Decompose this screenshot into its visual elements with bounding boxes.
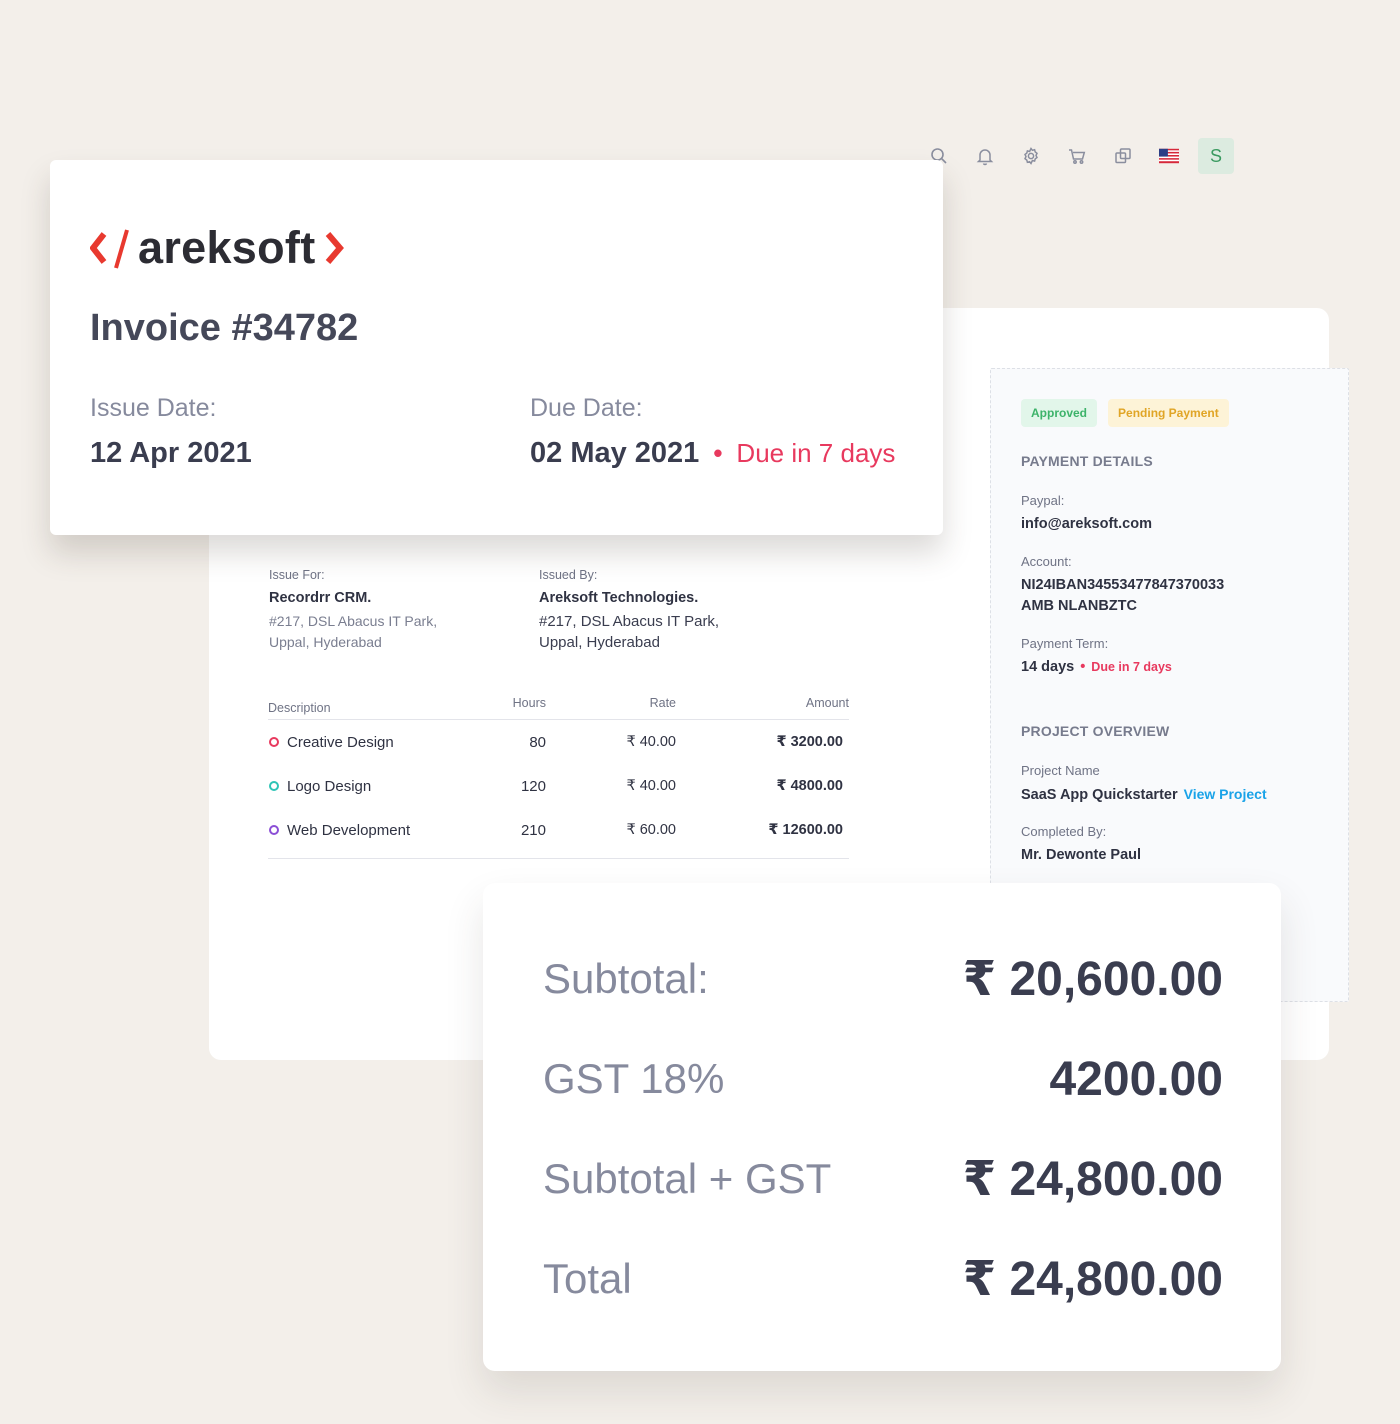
bullet-icon: • (713, 438, 723, 468)
issue-for-address-1: #217, DSL Abacus IT Park, (269, 613, 438, 629)
chevron-right-icon (326, 232, 345, 264)
item-rate: ₹ 60.00 (626, 822, 676, 838)
gst-row: GST 18% 4200.00 (543, 1049, 1223, 1109)
status-dot-icon (269, 781, 279, 791)
issued-by-block: Issued By: Areksoft Technologies. #217, … (539, 568, 789, 653)
header-amount: Amount (805, 696, 849, 710)
payment-term-due: Due in 7 days (1091, 660, 1172, 674)
table-row: Logo Design 120 ₹ 40.00 ₹ 4800.00 (268, 764, 849, 808)
project-name-label: Project Name (1021, 763, 1100, 778)
account-line-2: AMB NLANBZTC (1021, 598, 1137, 614)
subtotal-gst-value: ₹ 24,800.00 (962, 1153, 1223, 1206)
issued-by-address-1: #217, DSL Abacus IT Park, (539, 613, 720, 630)
issued-by-address-2: Uppal, Hyderabad (539, 634, 660, 651)
paypal-value: info@areksoft.com (1021, 516, 1152, 532)
logo-name: areksoft (138, 222, 316, 273)
subtotal-value: ₹ 20,600.00 (962, 953, 1223, 1006)
status-badge-approved: Approved (1021, 399, 1098, 427)
cart-icon[interactable] (1054, 138, 1100, 174)
invoice-header-card: areksoft Invoice #34782 Issue Date: 12 A… (50, 160, 943, 535)
subtotal-label: Subtotal: (543, 955, 709, 1002)
header-rate: Rate (649, 696, 676, 710)
due-date-label: Due Date: (530, 394, 643, 422)
issue-date-value: 12 Apr 2021 (90, 437, 252, 469)
copy-icon[interactable] (1100, 138, 1146, 174)
item-hours: 80 (529, 733, 546, 751)
project-overview-title: PROJECT OVERVIEW (1021, 723, 1170, 739)
item-amount: ₹ 12600.00 (768, 822, 843, 838)
item-description: Web Development (287, 821, 411, 839)
project-name: SaaS App Quickstarter (1021, 787, 1178, 803)
due-note: Due in 7 days (736, 438, 896, 468)
table-divider (268, 858, 849, 859)
item-hours: 120 (520, 777, 546, 795)
item-hours: 210 (520, 821, 546, 839)
us-flag-icon[interactable] (1146, 138, 1192, 174)
completed-by-value: Mr. Dewonte Paul (1021, 847, 1142, 863)
paypal-field: Paypal: info@areksoft.com (1021, 493, 1152, 535)
header-hours: Hours (512, 696, 546, 710)
gst-value: 4200.00 (1049, 1052, 1223, 1106)
view-project-link[interactable]: View Project (1184, 786, 1267, 802)
issued-by-label: Issued By: (539, 568, 598, 582)
payment-term-label: Payment Term: (1021, 636, 1109, 651)
item-rate: ₹ 40.00 (626, 778, 676, 794)
items-table: Description Hours Rate Amount Creative D… (268, 696, 849, 859)
item-description: Logo Design (287, 777, 372, 795)
bell-icon[interactable] (962, 138, 1008, 174)
status-dot-icon (269, 737, 279, 747)
paypal-label: Paypal: (1021, 493, 1065, 508)
status-badge-pending: Pending Payment (1108, 399, 1229, 427)
payment-term-value: 14 days (1021, 659, 1075, 675)
issue-for-address-2: Uppal, Hyderabad (269, 634, 382, 650)
subtotal-gst-label: Subtotal + GST (543, 1155, 832, 1202)
status-badges: Approved Pending Payment (1021, 399, 1229, 427)
due-date-value: 02 May 2021 (530, 437, 700, 469)
item-description: Creative Design (287, 733, 394, 751)
subtotal-row: Subtotal: ₹ 20,600.00 (543, 949, 1223, 1009)
avatar[interactable]: S (1198, 138, 1234, 174)
account-line-1: NI24IBAN34553477847370033 (1021, 577, 1225, 593)
payment-term-field: Payment Term: 14 days • Due in 7 days (1021, 636, 1172, 678)
due-date-block: Due Date: 02 May 2021 • Due in 7 days (530, 394, 895, 470)
issue-date-label: Issue Date: (90, 394, 217, 422)
total-label: Total (543, 1255, 632, 1302)
completed-by-field: Completed By: Mr. Dewonte Paul (1021, 824, 1141, 866)
payment-details-title: PAYMENT DETAILS (1021, 453, 1153, 469)
issue-for-name: Recordrr CRM. (269, 590, 372, 606)
project-name-field: Project Name SaaS App Quickstarter View P… (1021, 763, 1267, 806)
issue-date-block: Issue Date: 12 Apr 2021 (90, 394, 252, 470)
total-value: ₹ 24,800.00 (962, 1253, 1223, 1306)
page-title: Invoice #34782 (90, 307, 359, 349)
completed-by-label: Completed By: (1021, 824, 1107, 839)
code-bracket-icon (90, 229, 129, 269)
areksoft-logo: areksoft (90, 222, 350, 274)
subtotal-gst-row: Subtotal + GST ₹ 24,800.00 (543, 1149, 1223, 1209)
totals-card: Subtotal: ₹ 20,600.00 GST 18% 4200.00 Su… (483, 883, 1281, 1371)
header-description: Description (268, 700, 331, 715)
bullet-icon: • (1080, 659, 1086, 675)
item-amount: ₹ 3200.00 (776, 734, 843, 750)
account-label: Account: (1021, 554, 1072, 569)
total-row: Total ₹ 24,800.00 (543, 1249, 1223, 1309)
issue-for-block: Issue For: Recordrr CRM. #217, DSL Abacu… (269, 568, 519, 653)
items-table-header: Description Hours Rate Amount (268, 696, 849, 720)
item-rate: ₹ 40.00 (626, 734, 676, 750)
table-row: Creative Design 80 ₹ 40.00 ₹ 3200.00 (268, 720, 849, 764)
issue-for-label: Issue For: (269, 568, 325, 582)
top-toolbar: S (916, 138, 1234, 174)
item-amount: ₹ 4800.00 (776, 778, 843, 794)
gst-label: GST 18% (543, 1055, 725, 1102)
gear-icon[interactable] (1008, 138, 1054, 174)
account-field: Account: NI24IBAN34553477847370033 AMB N… (1021, 554, 1224, 617)
issued-by-name: Areksoft Technologies. (539, 590, 699, 606)
table-row: Web Development 210 ₹ 60.00 ₹ 12600.00 (268, 808, 849, 852)
status-dot-icon (269, 825, 279, 835)
